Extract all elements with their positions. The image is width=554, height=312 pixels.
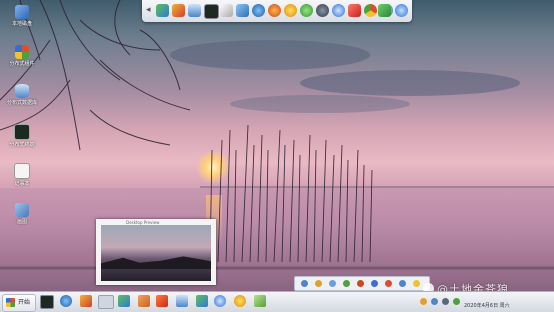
tray-icon[interactable] xyxy=(431,298,438,305)
monitor-icon[interactable] xyxy=(378,4,391,17)
tray-icon[interactable] xyxy=(420,298,427,305)
tools-icon[interactable] xyxy=(172,4,185,17)
tray-item-icon[interactable] xyxy=(357,280,364,287)
pen-icon[interactable] xyxy=(220,4,233,17)
tray-item-icon[interactable] xyxy=(371,280,378,287)
window-preview[interactable]: Desktop Preview xyxy=(96,219,216,285)
globe-icon[interactable] xyxy=(60,295,72,307)
database-icon[interactable] xyxy=(188,4,201,17)
computer-icon xyxy=(15,5,29,19)
terminal-icon xyxy=(14,124,30,140)
tray-item-icon[interactable] xyxy=(399,280,406,287)
network-status-icon[interactable] xyxy=(453,298,460,305)
desktop-icon-database[interactable]: 分布式数据库 xyxy=(2,84,42,107)
desktop-icon-label: 分布式终端 xyxy=(9,142,35,148)
safari-icon[interactable] xyxy=(332,4,345,17)
database-icon[interactable] xyxy=(176,295,188,307)
desktop-icon-components[interactable]: 分布式组件 xyxy=(2,45,42,68)
notepad-icon xyxy=(14,163,30,179)
red-app-icon[interactable] xyxy=(348,4,361,17)
power-icon[interactable] xyxy=(395,4,408,17)
tray-item-icon[interactable] xyxy=(343,280,350,287)
paint-icon xyxy=(15,203,29,217)
fire-icon[interactable] xyxy=(156,295,168,307)
firefox-icon[interactable] xyxy=(268,4,281,17)
sun-icon[interactable] xyxy=(234,295,246,307)
chevron-left-icon[interactable]: ◂ xyxy=(146,4,151,17)
desktop-wallpaper: 本地磁盘 分布式组件 分布式数据库 分布式终端 记事本 画图 ◂ Desktop… xyxy=(0,0,554,312)
network-icon[interactable] xyxy=(236,4,249,17)
desktop-icon-label: 分布式组件 xyxy=(9,61,35,67)
preview-image xyxy=(101,225,211,281)
desktop-icon-notepad[interactable]: 记事本 xyxy=(2,163,42,188)
desktop-icon-terminal[interactable]: 分布式终端 xyxy=(2,124,42,149)
box-icon[interactable] xyxy=(138,295,150,307)
tools-icon[interactable] xyxy=(80,295,92,307)
start-button[interactable]: 开始 xyxy=(2,294,36,312)
desktop-icon-paint[interactable]: 画图 xyxy=(2,203,42,226)
terminal-icon[interactable] xyxy=(204,4,219,19)
users-icon[interactable] xyxy=(196,295,208,307)
users-icon[interactable] xyxy=(118,295,130,307)
tray-item-icon[interactable] xyxy=(315,280,322,287)
network-icon[interactable] xyxy=(98,295,114,309)
desktop-icon-label: 画图 xyxy=(16,219,27,225)
users-icon[interactable] xyxy=(156,4,169,17)
tray-item-icon[interactable] xyxy=(385,280,392,287)
chrome-icon[interactable] xyxy=(364,4,377,17)
start-label: 开始 xyxy=(18,299,31,306)
tray-item-icon[interactable] xyxy=(301,280,308,287)
desktop-icon-label: 本地磁盘 xyxy=(11,21,32,27)
notification-panel xyxy=(294,276,430,291)
system-tray: 2020年4月6日 周六 xyxy=(418,294,554,311)
reeds-and-tree xyxy=(0,0,554,270)
windows-logo-icon xyxy=(6,298,15,307)
database-icon xyxy=(15,84,29,98)
desktop-icon-label: 分布式数据库 xyxy=(6,100,37,106)
gear-icon[interactable] xyxy=(316,4,329,17)
desktop-icon-computer[interactable]: 本地磁盘 xyxy=(2,5,42,28)
tray-item-icon[interactable] xyxy=(329,280,336,287)
components-icon xyxy=(15,45,29,59)
sun-icon[interactable] xyxy=(284,4,297,17)
taskbar: 开始 2020年4月6日 周六 xyxy=(0,291,554,312)
clock-date[interactable]: 2020年4月6日 周六 xyxy=(464,302,510,309)
pen-icon[interactable] xyxy=(254,295,266,307)
desktop-icon-label: 记事本 xyxy=(14,181,30,187)
speaker-icon[interactable] xyxy=(442,298,449,305)
green-orb-icon[interactable] xyxy=(300,4,313,17)
globe-icon[interactable] xyxy=(252,4,265,17)
tray-item-icon[interactable] xyxy=(413,280,420,287)
safari-icon[interactable] xyxy=(214,295,226,307)
terminal-icon[interactable] xyxy=(40,295,54,309)
quick-launch-bar: ◂ xyxy=(142,0,412,22)
